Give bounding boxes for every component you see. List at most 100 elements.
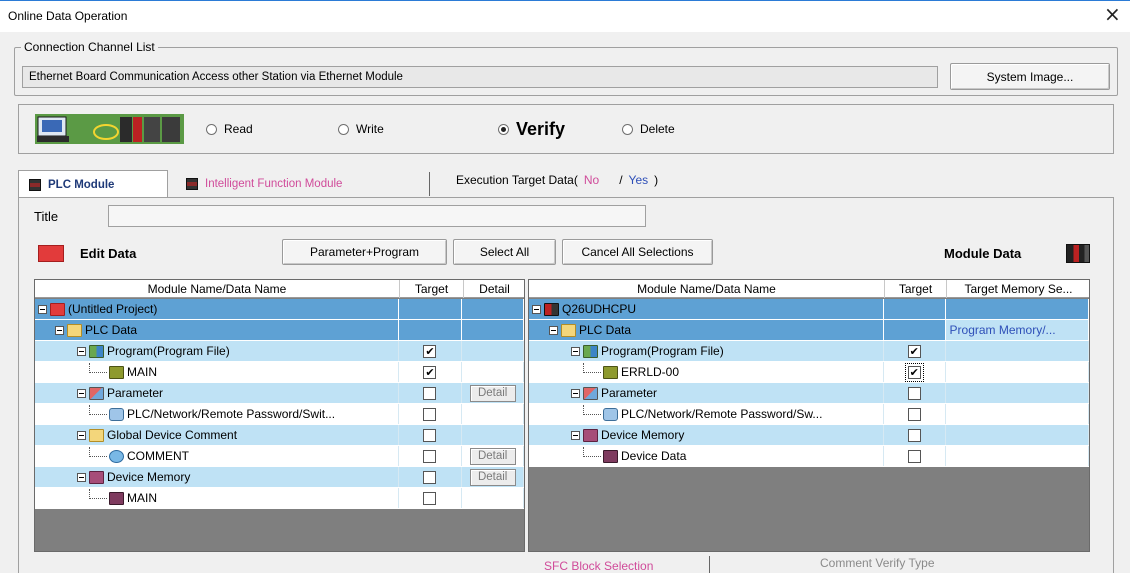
row-label: Q26UDHCPU <box>562 302 637 316</box>
table-row[interactable]: Program(Program File) ✔ <box>35 341 524 362</box>
table-row[interactable]: PLC/Network/Remote Password/Swit... <box>35 404 524 425</box>
exec-target-no: No <box>583 173 600 187</box>
cpu-icon <box>544 302 559 316</box>
radio-verify[interactable]: Verify <box>498 119 565 140</box>
target-checkbox[interactable]: ✔ <box>904 362 924 382</box>
program-icon <box>89 344 104 358</box>
detail-button[interactable]: Detail <box>469 468 516 486</box>
table-row[interactable]: Q26UDHCPU <box>529 299 1089 320</box>
target-checkbox[interactable] <box>423 491 437 505</box>
tree-connector <box>583 363 601 373</box>
cancel-all-selections-button[interactable]: Cancel All Selections <box>562 239 713 265</box>
target-checkbox[interactable] <box>423 407 437 421</box>
table-row[interactable]: Device Data <box>529 446 1089 467</box>
tab-intelligent-function-module[interactable]: Intelligent Function Module <box>178 172 430 196</box>
execution-target-data: Execution Target Data( No / Yes ) <box>456 173 658 187</box>
collapse-icon[interactable] <box>38 304 47 314</box>
detail-button[interactable]: Detail <box>469 447 516 465</box>
row-label: Program(Program File) <box>107 344 230 358</box>
collapse-icon[interactable] <box>571 388 580 398</box>
network-password-icon <box>603 407 618 421</box>
table-row[interactable]: PLC Data <box>35 320 524 341</box>
exec-target-close: ) <box>654 173 659 187</box>
row-label: Device Memory <box>601 428 685 442</box>
sfc-block-selection-tab[interactable]: SFC Block Selection <box>530 556 710 573</box>
title-label: Title <box>34 209 59 224</box>
radio-delete[interactable]: Delete <box>622 122 675 136</box>
collapse-icon[interactable] <box>77 472 86 482</box>
target-checkbox[interactable] <box>907 407 921 421</box>
target-memory-select[interactable]: Program Memory/... <box>945 320 1089 340</box>
edit-data-icon <box>38 245 64 262</box>
folder-icon <box>67 323 82 337</box>
exec-target-label: Execution Target Data( <box>456 173 578 187</box>
window-title: Online Data Operation <box>8 9 128 23</box>
tab-plc-module[interactable]: PLC Module <box>18 170 168 198</box>
device-memory-icon <box>583 428 598 442</box>
exec-target-yes: Yes <box>628 173 649 187</box>
table-row[interactable]: Parameter Detail <box>35 383 524 404</box>
target-checkbox[interactable] <box>423 449 437 463</box>
collapse-icon[interactable] <box>549 325 558 335</box>
target-checkbox[interactable] <box>907 386 921 400</box>
col-detail: Detail <box>464 280 524 298</box>
target-checkbox[interactable]: ✔ <box>907 344 921 358</box>
tab-plc-module-label: PLC Module <box>48 178 115 191</box>
folder-icon <box>89 428 104 442</box>
table-row[interactable]: Parameter <box>529 383 1089 404</box>
table-row[interactable]: Global Device Comment <box>35 425 524 446</box>
collapse-icon[interactable] <box>571 346 580 356</box>
module-data-icon <box>1066 244 1090 263</box>
row-label: (Untitled Project) <box>68 302 158 316</box>
table-row[interactable]: PLC/Network/Remote Password/Sw... <box>529 404 1089 425</box>
close-icon[interactable]: × <box>1104 4 1121 24</box>
parameter-program-button[interactable]: Parameter+Program <box>282 239 447 265</box>
radio-read-label: Read <box>224 122 253 136</box>
col-target: Target <box>400 280 464 298</box>
target-checkbox[interactable] <box>423 470 437 484</box>
row-label: Global Device Comment <box>107 428 238 442</box>
comment-verify-type-label: Comment Verify Type <box>820 556 935 570</box>
target-checkbox[interactable]: ✔ <box>423 365 437 379</box>
target-checkbox[interactable] <box>423 428 437 442</box>
table-row[interactable]: Program(Program File) ✔ <box>529 341 1089 362</box>
plc-module-icon <box>29 178 41 191</box>
tree-connector <box>89 405 107 415</box>
table-row[interactable]: MAIN <box>35 488 524 509</box>
collapse-icon[interactable] <box>55 325 64 335</box>
radio-verify-dot <box>498 124 509 135</box>
target-checkbox[interactable] <box>423 386 437 400</box>
collapse-icon[interactable] <box>77 430 86 440</box>
program-file-icon <box>603 365 618 379</box>
row-label: PLC Data <box>85 323 138 337</box>
collapse-icon[interactable] <box>571 430 580 440</box>
row-label: Program(Program File) <box>601 344 724 358</box>
system-image-button[interactable]: System Image... <box>950 63 1110 90</box>
collapse-icon[interactable] <box>77 346 86 356</box>
target-checkbox[interactable] <box>907 428 921 442</box>
radio-read[interactable]: Read <box>206 122 253 136</box>
radio-write[interactable]: Write <box>338 122 384 136</box>
table-row[interactable]: MAIN ✔ <box>35 362 524 383</box>
pc-plc-connection-icon <box>34 114 185 144</box>
detail-button[interactable]: Detail <box>469 384 516 402</box>
device-memory-icon <box>89 470 104 484</box>
row-label: ERRLD-00 <box>621 365 680 379</box>
table-row[interactable]: Device Memory <box>529 425 1089 446</box>
table-row[interactable]: PLC Data Program Memory/... <box>529 320 1089 341</box>
table-row[interactable]: Device Memory Detail <box>35 467 524 488</box>
collapse-icon[interactable] <box>77 388 86 398</box>
table-row[interactable]: ERRLD-00 ✔ <box>529 362 1089 383</box>
col-target: Target <box>885 280 947 298</box>
select-all-button[interactable]: Select All <box>453 239 556 265</box>
row-label: COMMENT <box>127 449 189 463</box>
target-checkbox[interactable] <box>907 449 921 463</box>
folder-icon <box>561 323 576 337</box>
title-input[interactable] <box>108 205 646 227</box>
collapse-icon[interactable] <box>532 304 541 314</box>
table-row[interactable]: COMMENT Detail <box>35 446 524 467</box>
device-data-icon <box>109 491 124 505</box>
target-checkbox[interactable]: ✔ <box>423 344 437 358</box>
table-row[interactable]: (Untitled Project) <box>35 299 524 320</box>
row-label: Device Memory <box>107 470 191 484</box>
